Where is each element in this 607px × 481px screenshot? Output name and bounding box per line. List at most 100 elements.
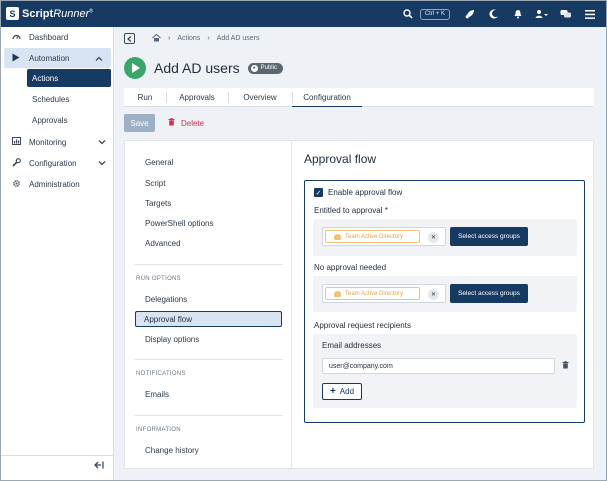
config-nav-general[interactable]: General — [145, 158, 173, 167]
rocket-icon[interactable] — [458, 6, 482, 22]
title-row: Add AD users ● Public — [124, 57, 283, 79]
sidebar-item-dashboard[interactable]: Dashboard — [1, 27, 114, 47]
config-nav-advanced[interactable]: Advanced — [145, 239, 181, 248]
top-bar: S ScriptRunner® Ctrl + K — [1, 1, 606, 27]
sidebar: Dashboard Automation Actions Schedules A… — [1, 27, 114, 480]
tab-configuration[interactable]: Configuration — [292, 88, 362, 107]
config-nav-targets[interactable]: Targets — [145, 199, 171, 208]
information-header: INFORMATION — [136, 427, 181, 433]
approval-flow-box: ✓ Enable approval flow Entitled to appro… — [304, 180, 585, 423]
select-access-groups-button[interactable]: Select access groups — [450, 284, 528, 303]
logo-text: Script — [22, 7, 54, 20]
badge-label: Public — [260, 65, 277, 71]
recipients-label: Approval request recipients — [314, 321, 411, 330]
no-approval-group-area: Team Active Directory ✕ Select access gr… — [313, 276, 577, 312]
config-nav-powershell-options[interactable]: PowerShell options — [145, 219, 213, 228]
collapse-sidebar-icon[interactable] — [94, 461, 104, 471]
sidebar-item-label: Monitoring — [29, 137, 67, 147]
breadcrumb-actions[interactable]: Actions — [177, 35, 200, 42]
bell-icon[interactable] — [506, 6, 530, 22]
public-badge: ● Public — [247, 62, 283, 74]
wrench-icon — [11, 157, 21, 169]
sidebar-item-schedules[interactable]: Schedules — [27, 90, 111, 108]
trash-icon[interactable] — [562, 361, 569, 371]
entitled-group-area: Team Active Directory ✕ Select access gr… — [313, 219, 577, 256]
breadcrumb-separator-icon: › — [207, 35, 210, 42]
home-icon[interactable] — [152, 33, 161, 44]
chevron-down-icon — [98, 138, 106, 147]
dashboard-icon — [11, 32, 21, 42]
tab-overview[interactable]: Overview — [228, 88, 292, 107]
email-addresses-label: Email addresses — [322, 341, 382, 350]
group-icon — [334, 290, 341, 297]
sidebar-item-label: Automation — [29, 53, 70, 63]
menu-icon[interactable] — [578, 6, 602, 22]
chevron-up-icon — [95, 54, 103, 63]
sidebar-item-label: Dashboard — [29, 32, 69, 42]
moon-icon[interactable] — [482, 6, 506, 22]
save-button[interactable]: Save — [124, 114, 155, 132]
gear-icon — [11, 179, 21, 190]
sidebar-item-administration[interactable]: Administration — [1, 174, 114, 194]
breadcrumb-separator-icon: › — [168, 35, 171, 42]
config-nav-emails[interactable]: Emails — [145, 390, 169, 399]
globe-icon: ● — [250, 64, 258, 72]
run-options-header: RUN OPTIONS — [136, 276, 181, 282]
sidebar-item-actions[interactable]: Actions — [27, 69, 111, 87]
sidebar-item-label: Configuration — [29, 158, 77, 168]
group-chip: Team Active Directory — [325, 230, 420, 243]
no-approval-label: No approval needed — [314, 263, 387, 272]
trademark: ® — [89, 7, 93, 14]
group-chip-label: Team Active Directory — [345, 233, 404, 240]
config-nav-approval-flow[interactable]: Approval flow — [135, 311, 282, 327]
delete-label: Delete — [181, 118, 205, 128]
logo[interactable]: S ScriptRunner® — [6, 7, 93, 20]
tab-run[interactable]: Run — [124, 88, 166, 107]
email-field[interactable]: user@company.com — [322, 358, 555, 374]
tab-bar: Run Approvals Overview Configuration — [124, 88, 594, 107]
config-nav-delegations[interactable]: Delegations — [145, 295, 187, 304]
breadcrumb-current: Add AD users — [216, 35, 260, 42]
entitled-label: Entitled to approval * — [314, 206, 388, 215]
group-chip: Team Active Directory — [325, 287, 420, 300]
sidebar-item-label: Administration — [29, 179, 80, 189]
chart-icon — [11, 137, 21, 147]
chevron-down-icon — [98, 159, 106, 168]
config-nav-display-options[interactable]: Display options — [145, 335, 199, 344]
search-icon[interactable] — [396, 6, 420, 22]
clear-icon[interactable]: ✕ — [428, 232, 439, 243]
configuration-panel: General Script Targets PowerShell option… — [124, 140, 594, 469]
config-nav: General Script Targets PowerShell option… — [125, 141, 292, 468]
no-approval-groups-field[interactable]: Team Active Directory ✕ — [322, 284, 446, 303]
checkbox-checked-icon[interactable]: ✓ — [314, 188, 323, 197]
logo-text-italic: Runner — [53, 7, 90, 20]
enable-approval-checkbox-row[interactable]: ✓ Enable approval flow — [314, 188, 402, 197]
page-title: Add AD users — [154, 60, 240, 76]
add-email-button[interactable]: + Add — [322, 383, 362, 400]
search-shortcut[interactable]: Ctrl + K — [419, 8, 450, 20]
logo-mark-icon: S — [6, 7, 19, 20]
enable-approval-label: Enable approval flow — [328, 188, 403, 197]
config-nav-change-history[interactable]: Change history — [145, 446, 199, 455]
entitled-groups-field[interactable]: Team Active Directory ✕ — [322, 227, 446, 246]
run-play-icon[interactable] — [124, 57, 146, 79]
back-button[interactable] — [124, 33, 135, 44]
sidebar-item-configuration[interactable]: Configuration — [1, 153, 114, 173]
sidebar-item-automation[interactable]: Automation — [4, 48, 111, 68]
config-nav-divider — [135, 359, 283, 360]
trash-icon — [168, 118, 175, 128]
top-icons: Ctrl + K — [396, 6, 602, 22]
config-nav-script[interactable]: Script — [145, 179, 165, 188]
tab-approvals[interactable]: Approvals — [166, 88, 228, 107]
clear-icon[interactable]: ✕ — [428, 289, 439, 300]
sidebar-item-approvals[interactable]: Approvals — [27, 111, 111, 129]
delete-button[interactable]: Delete — [168, 114, 204, 132]
play-icon — [11, 53, 21, 64]
chat-icon[interactable] — [554, 6, 578, 22]
section-title: Approval flow — [304, 152, 377, 166]
config-nav-divider — [135, 415, 283, 416]
add-label: Add — [339, 387, 355, 396]
sidebar-item-monitoring[interactable]: Monitoring — [1, 132, 114, 152]
select-access-groups-button[interactable]: Select access groups — [450, 227, 528, 246]
user-menu-icon[interactable] — [530, 6, 554, 22]
